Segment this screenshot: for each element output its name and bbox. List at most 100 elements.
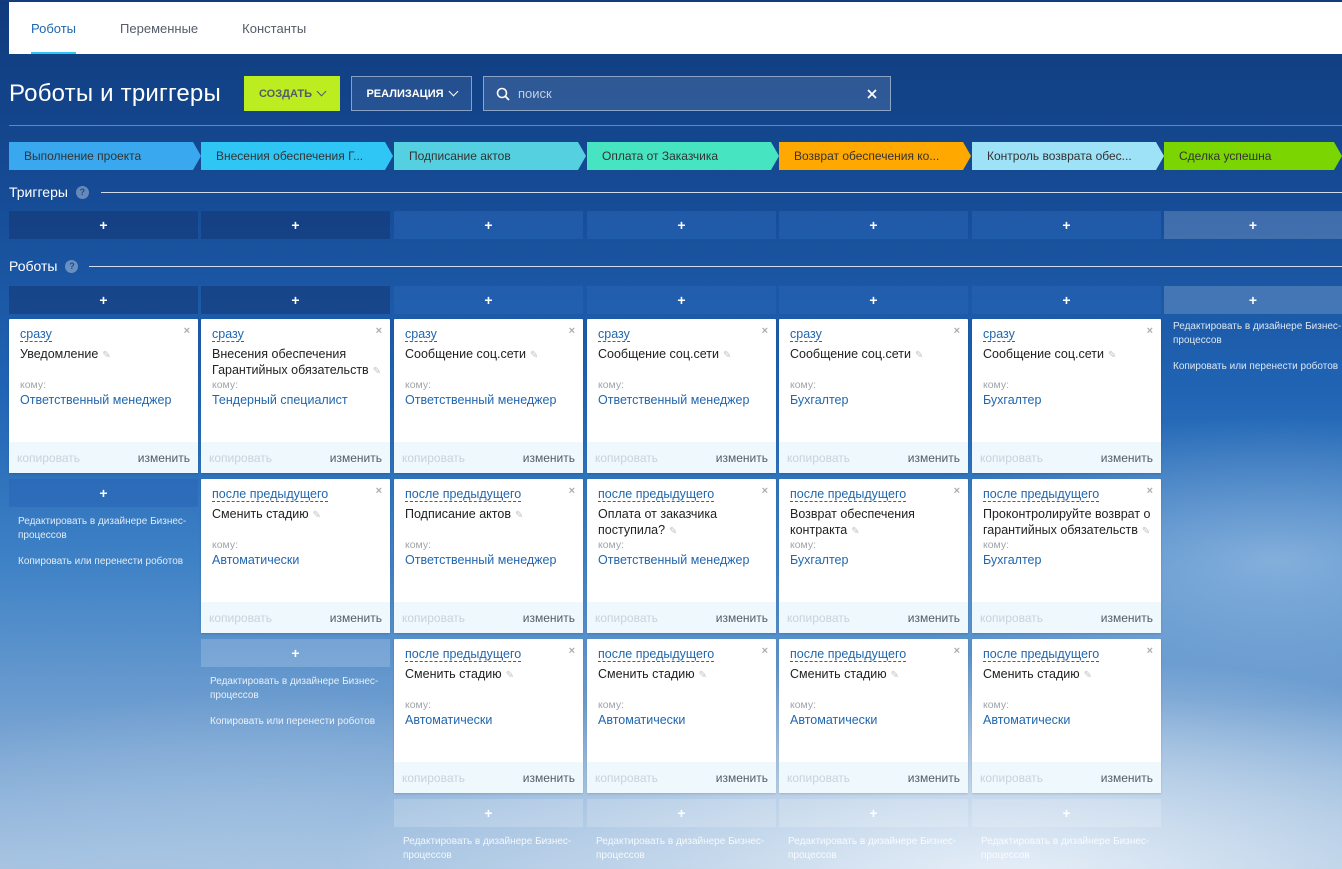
create-button[interactable]: СОЗДАТЬ [244, 76, 340, 111]
copy-button[interactable]: копировать [595, 771, 658, 785]
robot-delay-link[interactable]: после предыдущего [598, 487, 715, 502]
robot-delay-link[interactable]: после предыдущего [983, 487, 1100, 502]
help-icon[interactable]: ? [75, 185, 89, 199]
stage-6[interactable]: Контроль возврата обес... [972, 142, 1164, 170]
recipient-value[interactable]: Автоматически [790, 713, 960, 727]
stage-7[interactable]: Сделка успешна [1164, 142, 1342, 170]
recipient-value[interactable]: Бухгалтер [790, 393, 960, 407]
close-icon[interactable]: × [762, 485, 768, 497]
edit-button[interactable]: изменить [716, 451, 768, 465]
robot-delay-link[interactable]: после предыдущего [405, 647, 522, 662]
stage-1[interactable]: Выполнение проекта [9, 142, 201, 170]
close-icon[interactable]: × [762, 645, 768, 657]
copy-button[interactable]: копировать [980, 771, 1043, 785]
robot-delay-link[interactable]: сразу [790, 327, 822, 342]
recipient-value[interactable]: Автоматически [212, 553, 382, 567]
pencil-icon[interactable]: ✎ [915, 350, 923, 361]
recipient-value[interactable]: Автоматически [405, 713, 575, 727]
edit-in-designer-link[interactable]: Редактировать в дизайнере Бизнес-процесс… [18, 515, 198, 543]
recipient-value[interactable]: Автоматически [983, 713, 1153, 727]
robot-delay-link[interactable]: сразу [598, 327, 630, 342]
robot-delay-link[interactable]: после предыдущего [983, 647, 1100, 662]
copy-button[interactable]: копировать [787, 771, 850, 785]
add-robot-button[interactable]: + [587, 286, 776, 314]
tab-variables[interactable]: Переменные [98, 2, 220, 54]
tab-robots[interactable]: Роботы [9, 2, 98, 54]
stage-4[interactable]: Оплата от Заказчика [587, 142, 779, 170]
edit-button[interactable]: изменить [908, 611, 960, 625]
close-icon[interactable]: × [1147, 485, 1153, 497]
edit-button[interactable]: изменить [1101, 771, 1153, 785]
close-icon[interactable]: × [954, 645, 960, 657]
copy-button[interactable]: копировать [402, 771, 465, 785]
close-icon[interactable]: × [184, 325, 190, 337]
help-icon[interactable]: ? [65, 259, 79, 273]
edit-button[interactable]: изменить [330, 611, 382, 625]
add-robot-button[interactable]: + [201, 286, 390, 314]
robot-delay-link[interactable]: после предыдущего [790, 487, 907, 502]
copy-move-robots-link[interactable]: Копировать или перенести роботов [210, 715, 390, 729]
close-icon[interactable]: × [376, 325, 382, 337]
close-icon[interactable]: × [762, 325, 768, 337]
pencil-icon[interactable]: ✎ [515, 510, 523, 521]
edit-button[interactable]: изменить [523, 451, 575, 465]
close-icon[interactable]: × [376, 485, 382, 497]
recipient-value[interactable]: Ответственный менеджер [20, 393, 190, 407]
add-robot-button[interactable]: + [779, 286, 968, 314]
copy-button[interactable]: копировать [787, 451, 850, 465]
close-icon[interactable]: × [954, 485, 960, 497]
edit-in-designer-link[interactable]: Редактировать в дизайнере Бизнес-процесс… [403, 835, 583, 863]
add-robot-button[interactable]: + [9, 479, 198, 507]
robot-delay-link[interactable]: после предыдущего [405, 487, 522, 502]
edit-in-designer-link[interactable]: Редактировать в дизайнере Бизнес-процесс… [981, 835, 1161, 863]
edit-in-designer-link[interactable]: Редактировать в дизайнере Бизнес-процесс… [596, 835, 776, 863]
copy-move-robots-link[interactable]: Копировать или перенести роботов [1173, 360, 1342, 374]
copy-button[interactable]: копировать [402, 451, 465, 465]
pencil-icon[interactable]: ✎ [506, 670, 514, 681]
add-robot-button[interactable]: + [1164, 286, 1342, 314]
add-robot-button[interactable]: + [587, 799, 776, 827]
tab-constants[interactable]: Константы [220, 2, 328, 54]
edit-button[interactable]: изменить [716, 771, 768, 785]
close-icon[interactable]: × [954, 325, 960, 337]
pencil-icon[interactable]: ✎ [373, 366, 381, 377]
copy-move-robots-link[interactable]: Копировать или перенести роботов [18, 555, 198, 569]
copy-button[interactable]: копировать [980, 611, 1043, 625]
copy-button[interactable]: копировать [209, 611, 272, 625]
add-robot-button[interactable]: + [972, 799, 1161, 827]
pencil-icon[interactable]: ✎ [530, 350, 538, 361]
clear-search-icon[interactable] [854, 88, 890, 99]
recipient-value[interactable]: Ответственный менеджер [405, 393, 575, 407]
edit-in-designer-link[interactable]: Редактировать в дизайнере Бизнес-процесс… [788, 835, 968, 863]
close-icon[interactable]: × [569, 485, 575, 497]
add-robot-button[interactable]: + [779, 799, 968, 827]
copy-button[interactable]: копировать [787, 611, 850, 625]
realization-button[interactable]: РЕАЛИЗАЦИЯ [351, 76, 472, 111]
copy-button[interactable]: копировать [402, 611, 465, 625]
stage-2[interactable]: Внесения обеспечения Г... [201, 142, 393, 170]
recipient-value[interactable]: Тендерный специалист [212, 393, 382, 407]
add-trigger-button[interactable]: + [201, 211, 390, 239]
pencil-icon[interactable]: ✎ [1108, 350, 1116, 361]
pencil-icon[interactable]: ✎ [102, 350, 110, 361]
pencil-icon[interactable]: ✎ [1142, 526, 1150, 537]
stage-5[interactable]: Возврат обеспечения ко... [779, 142, 971, 170]
robot-delay-link[interactable]: сразу [20, 327, 52, 342]
recipient-value[interactable]: Автоматически [598, 713, 768, 727]
edit-button[interactable]: изменить [908, 451, 960, 465]
copy-button[interactable]: копировать [17, 451, 80, 465]
close-icon[interactable]: × [1147, 325, 1153, 337]
copy-button[interactable]: копировать [595, 611, 658, 625]
edit-button[interactable]: изменить [523, 771, 575, 785]
recipient-value[interactable]: Ответственный менеджер [598, 393, 768, 407]
edit-button[interactable]: изменить [1101, 611, 1153, 625]
recipient-value[interactable]: Ответственный менеджер [598, 553, 768, 567]
robot-delay-link[interactable]: сразу [405, 327, 437, 342]
edit-in-designer-link[interactable]: Редактировать в дизайнере Бизнес-процесс… [210, 675, 390, 703]
robot-delay-link[interactable]: после предыдущего [598, 647, 715, 662]
edit-button[interactable]: изменить [138, 451, 190, 465]
stage-3[interactable]: Подписание актов [394, 142, 586, 170]
pencil-icon[interactable]: ✎ [699, 670, 707, 681]
edit-button[interactable]: изменить [523, 611, 575, 625]
recipient-value[interactable]: Бухгалтер [983, 553, 1153, 567]
